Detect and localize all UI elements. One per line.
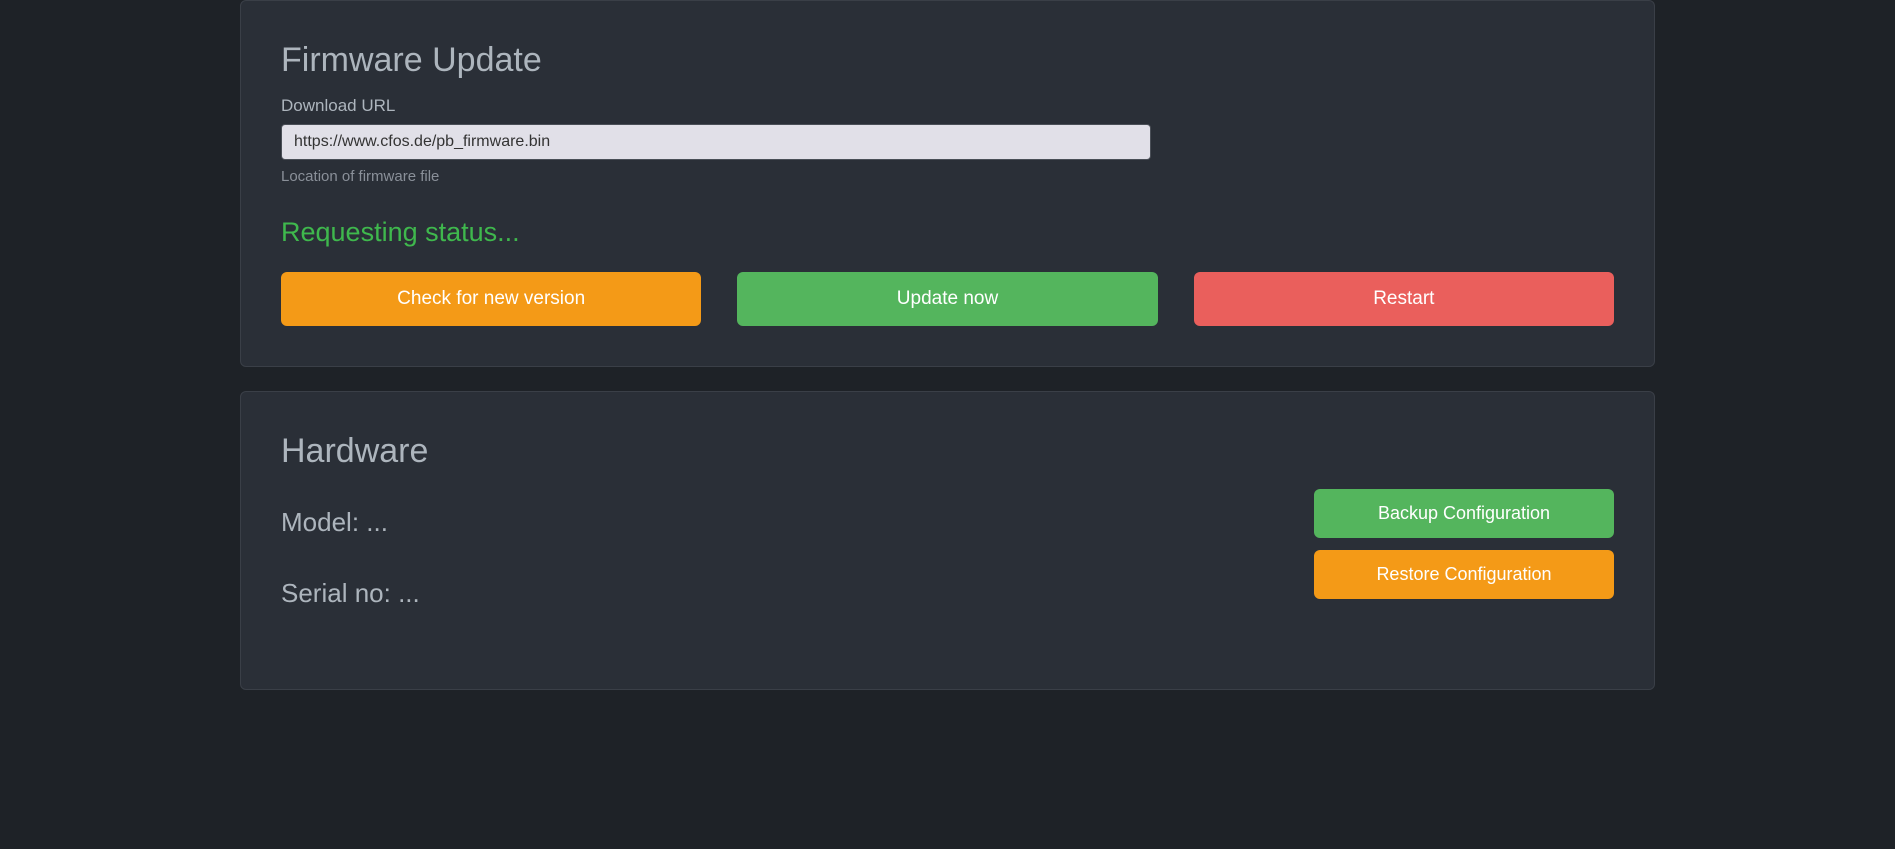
restore-config-button[interactable]: Restore Configuration xyxy=(1314,550,1614,599)
hardware-title: Hardware xyxy=(281,432,1614,471)
firmware-update-card: Firmware Update Download URL Location of… xyxy=(240,0,1655,367)
hardware-content: Model: ... Serial no: ... Backup Configu… xyxy=(281,489,1614,649)
download-url-input[interactable] xyxy=(281,124,1151,160)
update-now-button[interactable]: Update now xyxy=(737,272,1157,326)
firmware-title: Firmware Update xyxy=(281,41,1614,80)
firmware-button-row: Check for new version Update now Restart xyxy=(281,272,1614,326)
hardware-buttons: Backup Configuration Restore Configurati… xyxy=(1314,489,1614,599)
backup-config-button[interactable]: Backup Configuration xyxy=(1314,489,1614,538)
url-label: Download URL xyxy=(281,96,1614,116)
model-label: Model: xyxy=(281,507,366,537)
serial-label: Serial no: xyxy=(281,578,398,608)
model-value: ... xyxy=(366,507,388,537)
hardware-info: Model: ... Serial no: ... xyxy=(281,489,1314,649)
hardware-card: Hardware Model: ... Serial no: ... Backu… xyxy=(240,391,1655,690)
serial-row: Serial no: ... xyxy=(281,578,1314,609)
status-text: Requesting status... xyxy=(281,217,1614,248)
restart-button[interactable]: Restart xyxy=(1194,272,1614,326)
check-version-button[interactable]: Check for new version xyxy=(281,272,701,326)
serial-value: ... xyxy=(398,578,420,608)
url-help-text: Location of firmware file xyxy=(281,168,1614,185)
model-row: Model: ... xyxy=(281,507,1314,538)
